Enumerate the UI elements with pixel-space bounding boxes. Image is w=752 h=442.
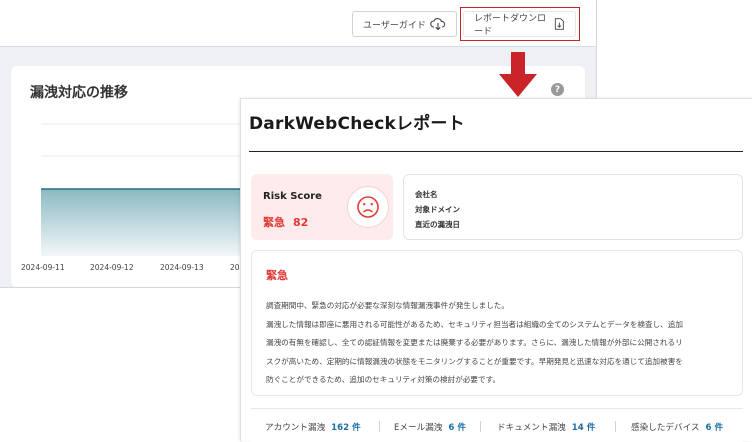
report-download-highlight (460, 7, 580, 41)
stat-document-leak: ドキュメント漏洩 14 件 (497, 421, 595, 433)
title-divider (249, 151, 743, 152)
x-tick-label: 20 (230, 263, 240, 272)
summary-line: 防ぐことができるため、追加のセキュリティ対策の検討が必要です。 (266, 375, 501, 385)
x-tick-label: 2024-09-13 (160, 263, 204, 272)
report-title: DarkWebCheckレポート (249, 114, 465, 134)
risk-score-number: 82 (293, 216, 309, 229)
trend-card-title: 漏洩対応の推移 (30, 85, 128, 101)
target-domain-label: 対象ドメイン (415, 205, 460, 214)
risk-level: 緊急 (263, 216, 285, 229)
summary-line: スクが高いため、定期的に情報漏洩の状態をモニタリングすることが重要です。早期発見… (266, 356, 683, 366)
summary-line: 漏洩の有無を確認し、全ての認証情報を変更または廃棄する必要があります。さらに、漏… (266, 338, 683, 348)
top-toolbar: ユーザーガイド レポートダウンロード (0, 0, 596, 47)
stat-divider (379, 421, 380, 432)
company-name-label: 会社名 (415, 190, 438, 199)
stat-value: 6 件 (448, 423, 466, 433)
x-tick-label: 2024-09-11 (21, 263, 65, 272)
summary-card: 緊急 調査期間中、緊急の対応が必要な深刻な情報漏洩事件が発生しました。 漏洩した… (251, 250, 743, 396)
sad-face-icon (347, 186, 389, 228)
report-preview: DarkWebCheckレポート Risk Score 緊急 82 会社名 対象ド… (240, 98, 752, 442)
stat-label: 感染したデバイス (631, 423, 700, 433)
risk-score-label: Risk Score (263, 191, 322, 202)
stat-divider (615, 421, 616, 432)
stat-value: 6 件 (705, 423, 724, 433)
severity-heading: 緊急 (266, 269, 288, 282)
stat-label: ドキュメント漏洩 (497, 423, 566, 433)
help-icon[interactable]: ? (551, 83, 564, 96)
stat-infected-devices: 感染したデバイス 6 件 (631, 421, 723, 433)
cloud-download-icon (430, 18, 446, 31)
user-guide-label: ユーザーガイド (363, 20, 426, 31)
stat-account-leak: アカウント漏洩 162 件 (265, 421, 361, 433)
stat-value: 162 件 (331, 423, 361, 433)
user-guide-button[interactable]: ユーザーガイド (352, 11, 457, 37)
stat-divider (480, 421, 481, 432)
recent-leak-date-label: 直近の漏洩日 (415, 220, 460, 229)
stat-label: Eメール漏洩 (394, 423, 443, 433)
x-tick-label: 2024-09-12 (90, 263, 134, 272)
risk-score-value: 緊急 82 (263, 214, 308, 230)
stat-email-leak: Eメール漏洩 6 件 (394, 421, 466, 433)
stat-label: アカウント漏洩 (265, 423, 326, 433)
summary-text: 調査期間中、緊急の対応が必要な深刻な情報漏洩事件が発生しました。 漏洩した情報は… (266, 297, 736, 390)
stats-bar: アカウント漏洩 162 件 Eメール漏洩 6 件 ドキュメント漏洩 14 件 感染した… (251, 408, 743, 442)
summary-line: 調査期間中、緊急の対応が必要な深刻な情報漏洩事件が発生しました。 (266, 301, 509, 310)
summary-line: 漏洩した情報は即座に悪用される可能性があるため、セキュリティ担当者は組織の全ての… (266, 319, 683, 329)
risk-score-card: Risk Score 緊急 82 (251, 174, 393, 240)
company-info-card: 会社名 対象ドメイン 直近の漏洩日 (403, 174, 743, 240)
stat-value: 14 件 (571, 423, 596, 433)
down-arrow-icon (499, 52, 537, 97)
